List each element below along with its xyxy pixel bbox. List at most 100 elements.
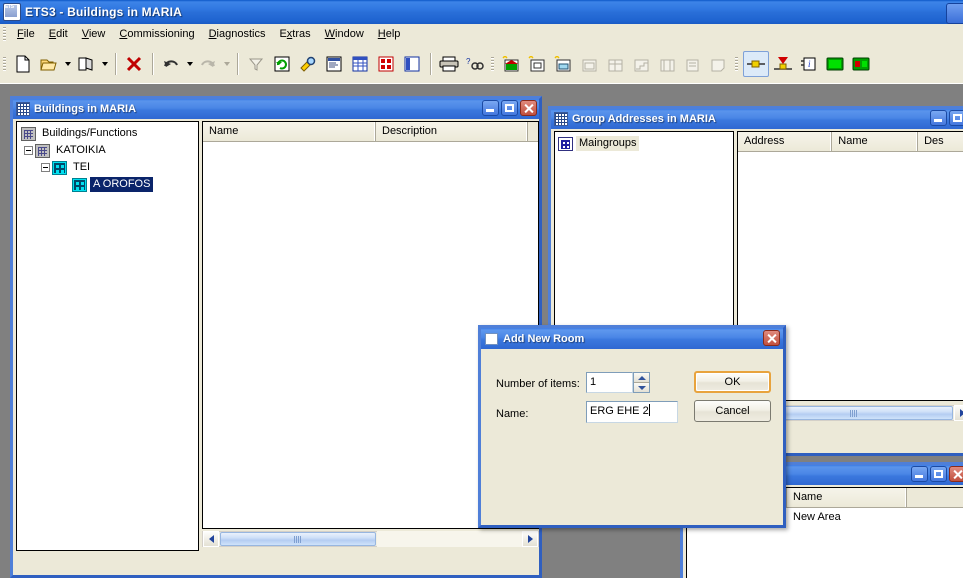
add-floor-icon[interactable] <box>551 52 575 76</box>
toolbar-grip-2[interactable] <box>491 57 494 71</box>
buildings-icon[interactable] <box>400 52 424 76</box>
application-title: ETS3 - Buildings in MARIA <box>25 5 182 19</box>
stepper-down-icon[interactable] <box>634 383 649 392</box>
bus-monitor-icon[interactable] <box>823 52 847 76</box>
tree-node-katoikia[interactable]: KATOIKIA <box>24 142 198 159</box>
undo-icon[interactable] <box>159 52 183 76</box>
tree-expander-katoikia[interactable] <box>24 146 33 155</box>
application-minimize-button[interactable] <box>946 3 963 24</box>
group-monitor-icon[interactable] <box>849 52 873 76</box>
topology-table-icon[interactable] <box>348 52 372 76</box>
room-icon <box>72 177 87 192</box>
redo-dropdown-arrow <box>221 52 232 76</box>
topology-system-buttons <box>911 466 963 482</box>
topology-close-button[interactable] <box>949 466 963 482</box>
tree-expander-tei[interactable] <box>41 163 50 172</box>
project-book-icon[interactable] <box>74 52 98 76</box>
find-magnifier-icon[interactable] <box>296 52 320 76</box>
group-addresses-minimize-button[interactable] <box>930 110 947 126</box>
topology-minimize-button[interactable] <box>911 466 928 482</box>
help-find-icon[interactable]: ? <box>463 52 487 76</box>
column-header-description[interactable]: Des <box>918 132 963 151</box>
stepper-up-icon[interactable] <box>634 373 649 383</box>
buildings-minimize-button[interactable] <box>482 100 499 116</box>
new-document-icon[interactable] <box>11 52 35 76</box>
tree-node-root-label: Buildings/Functions <box>42 127 138 139</box>
group-addresses-icon[interactable] <box>374 52 398 76</box>
open-folder-icon[interactable] <box>37 52 61 76</box>
room-dialog-icon <box>485 332 498 345</box>
tree-node-root[interactable]: Buildings/Functions <box>21 125 198 142</box>
dialog-title: Add New Room <box>503 332 585 345</box>
toolbar-grip-1[interactable] <box>3 57 6 71</box>
device-info-icon[interactable]: i <box>797 52 821 76</box>
hscroll-thumb[interactable] <box>220 532 376 546</box>
name-input[interactable]: ERG EHE 2 <box>586 401 678 423</box>
cancel-button[interactable]: Cancel <box>694 400 771 422</box>
tree-node-tei[interactable]: TEI <box>41 159 198 176</box>
scroll-left-arrow[interactable] <box>203 531 219 547</box>
group-addresses-title: Group Addresses in MARIA <box>572 113 716 125</box>
tree-node-a-orofos[interactable]: A OROFOS <box>72 176 198 193</box>
scroll-right-arrow[interactable] <box>954 405 963 421</box>
column-header-name[interactable]: Name <box>203 122 376 141</box>
bus-connection-icon[interactable] <box>743 51 769 77</box>
svg-text:?: ? <box>466 57 471 66</box>
menu-commissioning[interactable]: Commissioning <box>112 26 201 42</box>
maingroups-icon <box>558 136 573 151</box>
dialog-titlebar[interactable]: Add New Room <box>481 328 783 349</box>
dialog-close-button[interactable] <box>763 330 780 346</box>
buildings-hscrollbar[interactable] <box>202 531 539 547</box>
toolbar-grip-3[interactable] <box>735 57 738 71</box>
scroll-right-arrow[interactable] <box>522 531 538 547</box>
project-book-dropdown-arrow[interactable] <box>99 52 110 76</box>
tree-node-maingroups[interactable]: Maingroups <box>558 135 733 152</box>
refresh-icon[interactable] <box>270 52 294 76</box>
number-of-items-stepper[interactable] <box>633 372 650 393</box>
buildings-close-button[interactable] <box>520 100 537 116</box>
toolbar-separator-2 <box>152 53 153 75</box>
ok-button-label: OK <box>724 376 741 388</box>
delete-x-icon[interactable] <box>122 52 146 76</box>
menu-edit[interactable]: Edit <box>42 26 75 42</box>
add-building-part-icon[interactable] <box>525 52 549 76</box>
print-icon[interactable] <box>437 52 461 76</box>
column-header-description[interactable]: Description <box>376 122 528 141</box>
menu-file[interactable]: File <box>10 26 42 42</box>
hscroll-track[interactable] <box>376 531 522 547</box>
menu-help[interactable]: Help <box>371 26 408 42</box>
add-cabinet-icon <box>603 52 627 76</box>
undo-dropdown-arrow[interactable] <box>184 52 195 76</box>
menu-window[interactable]: Window <box>318 26 371 42</box>
buildings-list-header: Name Description <box>203 122 538 142</box>
tree-node-maingroups-label: Maingroups <box>576 136 640 151</box>
building-icon <box>35 143 50 158</box>
toolbar-separator-3 <box>237 53 238 75</box>
add-building-icon[interactable] <box>499 52 523 76</box>
open-folder-dropdown-arrow[interactable] <box>62 52 73 76</box>
number-of-items-input[interactable]: 1 <box>586 372 633 393</box>
menu-extras[interactable]: Extras <box>272 26 317 42</box>
redo-icon[interactable] <box>196 52 220 76</box>
ets3-app-icon <box>3 3 21 21</box>
ok-button[interactable]: OK <box>694 371 771 393</box>
buildings-titlebar[interactable]: Buildings in MARIA <box>13 99 539 119</box>
buildings-tree-pane[interactable]: Buildings/Functions KATOIKIA TEI A OROFO… <box>16 121 199 551</box>
buildings-maximize-button[interactable] <box>501 100 518 116</box>
toolbar: ? i <box>0 44 963 85</box>
menu-diagnostics[interactable]: Diagnostics <box>202 26 273 42</box>
add-corridor-icon <box>655 52 679 76</box>
menu-view[interactable]: View <box>75 26 113 42</box>
download-device-icon[interactable] <box>771 52 795 76</box>
group-addresses-maximize-button[interactable] <box>949 110 963 126</box>
menubar-grip[interactable] <box>3 27 6 41</box>
column-header-address[interactable]: Address <box>738 132 833 151</box>
report-icon[interactable] <box>322 52 346 76</box>
group-addresses-titlebar[interactable]: Group Addresses in MARIA <box>551 109 963 129</box>
column-header-name[interactable]: Name <box>787 488 907 507</box>
buildings-root-icon <box>21 126 36 141</box>
topology-maximize-button[interactable] <box>930 466 947 482</box>
filter-funnel-icon[interactable] <box>244 52 268 76</box>
column-header-name[interactable]: Name <box>832 132 919 151</box>
group-addresses-list-header: Address Name Des <box>738 132 963 152</box>
